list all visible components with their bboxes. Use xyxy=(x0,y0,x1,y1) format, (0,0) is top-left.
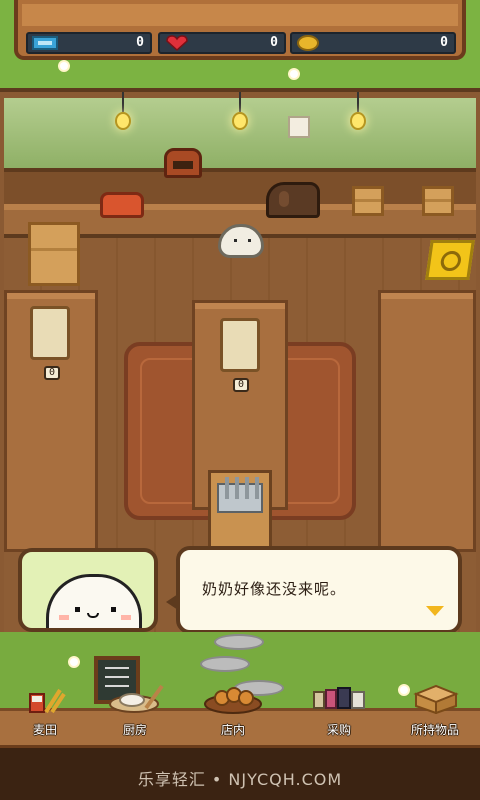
box-icon xyxy=(413,684,459,714)
coin-value: 0 xyxy=(440,35,448,50)
nav-label: 采购 xyxy=(326,723,351,737)
nav-kitchen[interactable]: 厨房 xyxy=(92,664,178,744)
triangle-down-icon[interactable] xyxy=(426,606,444,616)
stone-path xyxy=(214,634,264,650)
ticket-value: 0 xyxy=(136,35,144,50)
table-right xyxy=(378,290,476,552)
game-screen: 0 0 0 0 0 奶奶好像还没来呢。 麦田 厨房 店内 采购 所持物品 乐享轻… xyxy=(0,0,480,800)
telephone-item[interactable] xyxy=(100,192,144,218)
dialog-text: 奶奶好像还没来呢。 xyxy=(202,580,347,598)
nav-label: 店内 xyxy=(220,723,245,737)
heart-counter: 0 xyxy=(158,32,286,54)
nav-shopping[interactable]: 采购 xyxy=(296,664,382,744)
stacked-box xyxy=(28,222,80,286)
flower-decoration xyxy=(290,70,298,78)
wet-floor-sign[interactable] xyxy=(425,240,475,280)
kitchen-icon xyxy=(109,684,164,713)
wheat-field-icon xyxy=(29,688,66,714)
seal-character[interactable] xyxy=(218,224,264,258)
seat-slot[interactable] xyxy=(220,318,260,372)
wall-note[interactable] xyxy=(288,116,310,138)
crate-item xyxy=(422,186,454,216)
dialog-box[interactable]: 奶奶好像还没来呢。 xyxy=(166,546,462,634)
nav-label: 麦田 xyxy=(32,723,57,737)
light-bulb xyxy=(114,92,132,130)
coin-counter: 0 xyxy=(290,32,456,54)
nav-label: 厨房 xyxy=(122,723,147,737)
heart-icon xyxy=(166,35,188,51)
watermark-text: 乐享轻汇 • NJYCQH.COM xyxy=(137,770,343,789)
bread-tray-icon xyxy=(204,687,262,714)
seat-slot[interactable] xyxy=(30,306,70,360)
ticket-counter: 0 xyxy=(26,32,152,54)
cash-register[interactable] xyxy=(208,470,272,552)
ticket-icon xyxy=(32,36,58,50)
speaker-portrait xyxy=(18,548,158,632)
light-bulb xyxy=(349,92,367,130)
radio-item[interactable] xyxy=(164,148,202,178)
watermark-bar: 乐享轻汇 • NJYCQH.COM xyxy=(0,748,480,800)
shopping-icon xyxy=(313,687,365,709)
nav-shop-floor[interactable]: 店内 xyxy=(190,664,276,744)
flower-decoration xyxy=(60,62,68,70)
seat-count: 0 xyxy=(233,378,249,392)
nav-label: 所持物品 xyxy=(410,723,459,737)
seat-count: 0 xyxy=(44,366,60,380)
crate-item xyxy=(352,186,384,216)
light-bulb xyxy=(231,92,249,130)
coin-icon xyxy=(297,35,319,51)
nav-wheat-field[interactable]: 麦田 xyxy=(2,664,88,744)
seal-portrait-icon xyxy=(46,574,142,628)
bag-item[interactable] xyxy=(266,182,320,218)
heart-value: 0 xyxy=(270,35,278,50)
nav-inventory[interactable]: 所持物品 xyxy=(392,664,478,744)
